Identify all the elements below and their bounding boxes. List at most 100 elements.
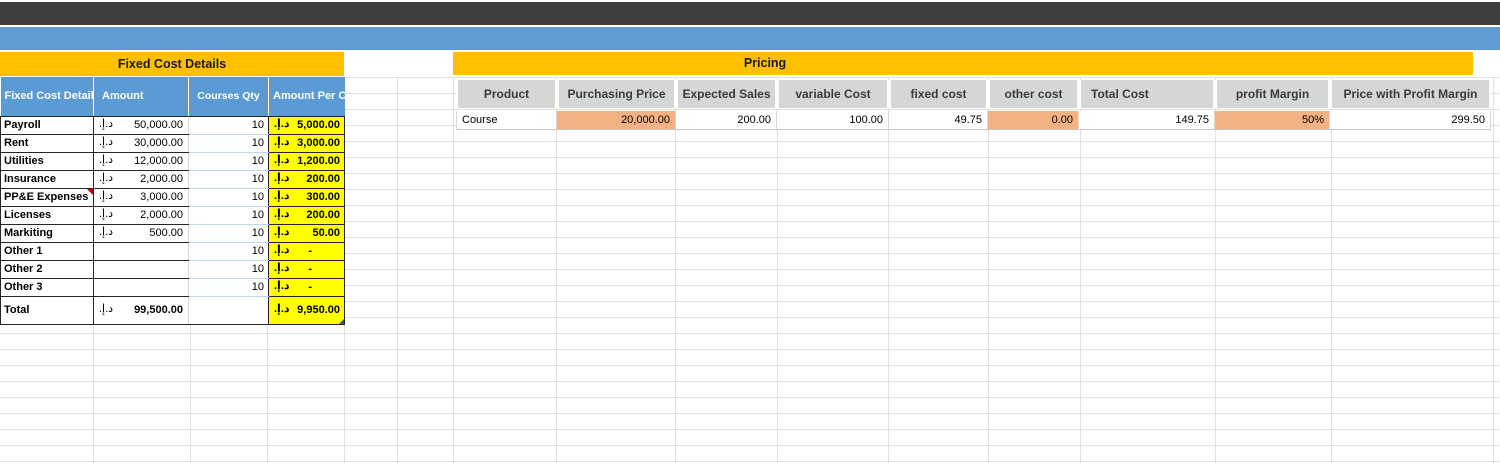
amount-cell[interactable]: د.إ. 3,000.00 <box>93 188 189 207</box>
fixed-cost-row: PP&E Expenses د.إ. 3,000.00 10 د.إ. 300.… <box>0 187 345 207</box>
fixed-cost-row: Other 2 10 د.إ. - <box>0 259 345 279</box>
courses-qty-cell[interactable]: 10 <box>188 134 269 153</box>
header-variable-cost[interactable]: variable Cost <box>777 80 889 108</box>
courses-qty-cell[interactable]: 10 <box>188 260 269 279</box>
total-amount-cell[interactable]: د.إ. 99,500.00 <box>93 296 189 325</box>
amount-per-course-value: - <box>308 262 312 275</box>
profit-margin-cell[interactable]: 50% <box>1215 111 1330 130</box>
header-fixed-cost-details[interactable]: Fixed Cost Details <box>0 77 94 117</box>
total-cost-cell[interactable]: 149.75 <box>1079 111 1215 130</box>
header-fixed-cost[interactable]: fixed cost <box>889 80 988 108</box>
total-label-cell[interactable]: Total <box>0 296 94 325</box>
expense-label-cell[interactable]: Other 2 <box>0 260 94 279</box>
amount-cell[interactable] <box>93 278 189 297</box>
total-per-course-cell[interactable]: د.إ. 9,950.00 <box>268 295 345 325</box>
amount-cell[interactable]: د.إ. 2,000.00 <box>93 206 189 225</box>
total-amount-value: 99,500.00 <box>134 303 183 316</box>
expense-label-cell[interactable]: Insurance <box>0 170 94 189</box>
currency-symbol: د.إ. <box>274 225 290 238</box>
courses-qty-cell[interactable]: 10 <box>188 188 269 207</box>
price-with-profit-margin-cell[interactable]: 299.50 <box>1330 111 1491 130</box>
currency-symbol: د.إ. <box>99 225 114 238</box>
amount-per-course-cell[interactable]: د.إ. 200.00 <box>268 169 345 189</box>
pricing-section-title-wrap: Pricing <box>453 52 1077 75</box>
amount-per-course-cell[interactable]: د.إ. - <box>268 241 345 261</box>
currency-symbol: د.إ. <box>99 302 114 315</box>
amount-per-course-cell[interactable]: د.إ. 1,200.00 <box>268 151 345 171</box>
courses-qty-cell[interactable]: 10 <box>188 152 269 171</box>
pricing-section-header[interactable]: Pricing <box>453 52 1473 75</box>
header-expected-sales[interactable]: Expected Sales <box>676 80 777 108</box>
expense-label: Rent <box>4 136 29 149</box>
expense-label-cell[interactable]: Utilities <box>0 152 94 171</box>
expense-label-cell[interactable]: Other 3 <box>0 278 94 297</box>
pricing-section-title: Pricing <box>743 56 787 70</box>
amount-per-course-cell[interactable]: د.إ. - <box>268 259 345 279</box>
amount-per-course-cell[interactable]: د.إ. 3,000.00 <box>268 133 345 153</box>
gridline-vertical <box>777 77 778 463</box>
amount-cell[interactable]: د.إ. 500.00 <box>93 224 189 243</box>
header-product[interactable]: Product <box>456 80 557 108</box>
amount-per-course-cell[interactable]: د.إ. 5,000.00 <box>268 115 345 135</box>
currency-symbol: د.إ. <box>274 189 290 202</box>
header-purchasing-price[interactable]: Purchasing Price <box>557 80 676 108</box>
courses-qty-cell[interactable]: 10 <box>188 278 269 297</box>
courses-qty-cell[interactable]: 10 <box>188 242 269 261</box>
currency-symbol: د.إ. <box>274 171 290 184</box>
expense-label: Insurance <box>4 172 56 185</box>
header-profit-margin[interactable]: profit Margin <box>1215 80 1330 108</box>
courses-qty-cell[interactable]: 10 <box>188 206 269 225</box>
fixed-cost-cell[interactable]: 49.75 <box>889 111 988 130</box>
amount-cell[interactable] <box>93 260 189 279</box>
fixed-cost-total-row: Total د.إ. 99,500.00 د.إ. 9,950.00 <box>0 295 345 325</box>
expense-label: Licenses <box>4 208 52 221</box>
header-amount[interactable]: Amount <box>93 77 189 117</box>
courses-qty-cell[interactable]: 10 <box>188 224 269 243</box>
fixed-cost-table: Fixed Cost Details Amount Courses Qty Am… <box>0 77 345 325</box>
variable-cost-cell[interactable]: 100.00 <box>777 111 889 130</box>
pricing-data-row: Course 20,000.00 200.00 100.00 49.75 0.0… <box>456 111 1491 130</box>
header-courses-qty[interactable]: Courses Qty <box>188 77 269 117</box>
amount-per-course-cell[interactable]: د.إ. 200.00 <box>268 205 345 225</box>
currency-symbol: د.إ. <box>99 207 114 220</box>
fixed-cost-section-header[interactable]: Fixed Cost Details <box>0 52 344 76</box>
expected-sales-cell[interactable]: 200.00 <box>676 111 777 130</box>
amount-per-course-cell[interactable]: د.إ. 50.00 <box>268 223 345 243</box>
purchasing-price-cell[interactable]: 20,000.00 <box>557 111 676 130</box>
product-cell[interactable]: Course <box>456 111 557 130</box>
expense-label: PP&E Expenses <box>4 190 89 203</box>
header-price-with-profit-margin[interactable]: Price with Profit Margin <box>1330 80 1491 108</box>
expense-label-cell[interactable]: Licenses <box>0 206 94 225</box>
expense-label-cell[interactable]: PP&E Expenses <box>0 188 94 207</box>
courses-qty-value: 10 <box>251 154 264 167</box>
pricing-header-row: Product Purchasing Price Expected Sales … <box>456 80 1491 108</box>
expense-label-cell[interactable]: Other 1 <box>0 242 94 261</box>
fill-handle[interactable] <box>338 317 344 323</box>
spreadsheet-screen: Fixed Cost Details Pricing Fixed Cost De… <box>0 0 1500 463</box>
amount-cell[interactable]: د.إ. 30,000.00 <box>93 134 189 153</box>
currency-symbol: د.إ. <box>274 302 290 315</box>
expense-label-cell[interactable]: Markiting <box>0 224 94 243</box>
other-cost-cell[interactable]: 0.00 <box>988 111 1079 130</box>
amount-per-course-value: - <box>308 244 312 257</box>
amount-value: 50,000.00 <box>134 118 183 131</box>
courses-qty-value: 10 <box>251 190 264 203</box>
amount-per-course-cell[interactable]: د.إ. - <box>268 277 345 297</box>
amount-cell[interactable] <box>93 242 189 261</box>
courses-qty-cell[interactable]: 10 <box>188 170 269 189</box>
fixed-cost-section-title: Fixed Cost Details <box>117 57 227 71</box>
header-other-cost[interactable]: other cost <box>988 80 1079 108</box>
amount-cell[interactable]: د.إ. 2,000.00 <box>93 170 189 189</box>
total-qty-cell[interactable] <box>188 296 269 325</box>
amount-cell[interactable]: د.إ. 50,000.00 <box>93 116 189 135</box>
header-amount-per-cours[interactable]: Amount Per Cours <box>268 77 345 117</box>
amount-cell[interactable]: د.إ. 12,000.00 <box>93 152 189 171</box>
header-total-cost[interactable]: Total Cost <box>1079 80 1215 108</box>
expense-label-cell[interactable]: Payroll <box>0 116 94 135</box>
currency-symbol: د.إ. <box>274 207 290 220</box>
courses-qty-cell[interactable]: 10 <box>188 116 269 135</box>
currency-symbol: د.إ. <box>99 117 114 130</box>
expense-label-cell[interactable]: Rent <box>0 134 94 153</box>
amount-per-course-cell[interactable]: د.إ. 300.00 <box>268 187 345 207</box>
pricing-table: Product Purchasing Price Expected Sales … <box>456 80 1491 130</box>
